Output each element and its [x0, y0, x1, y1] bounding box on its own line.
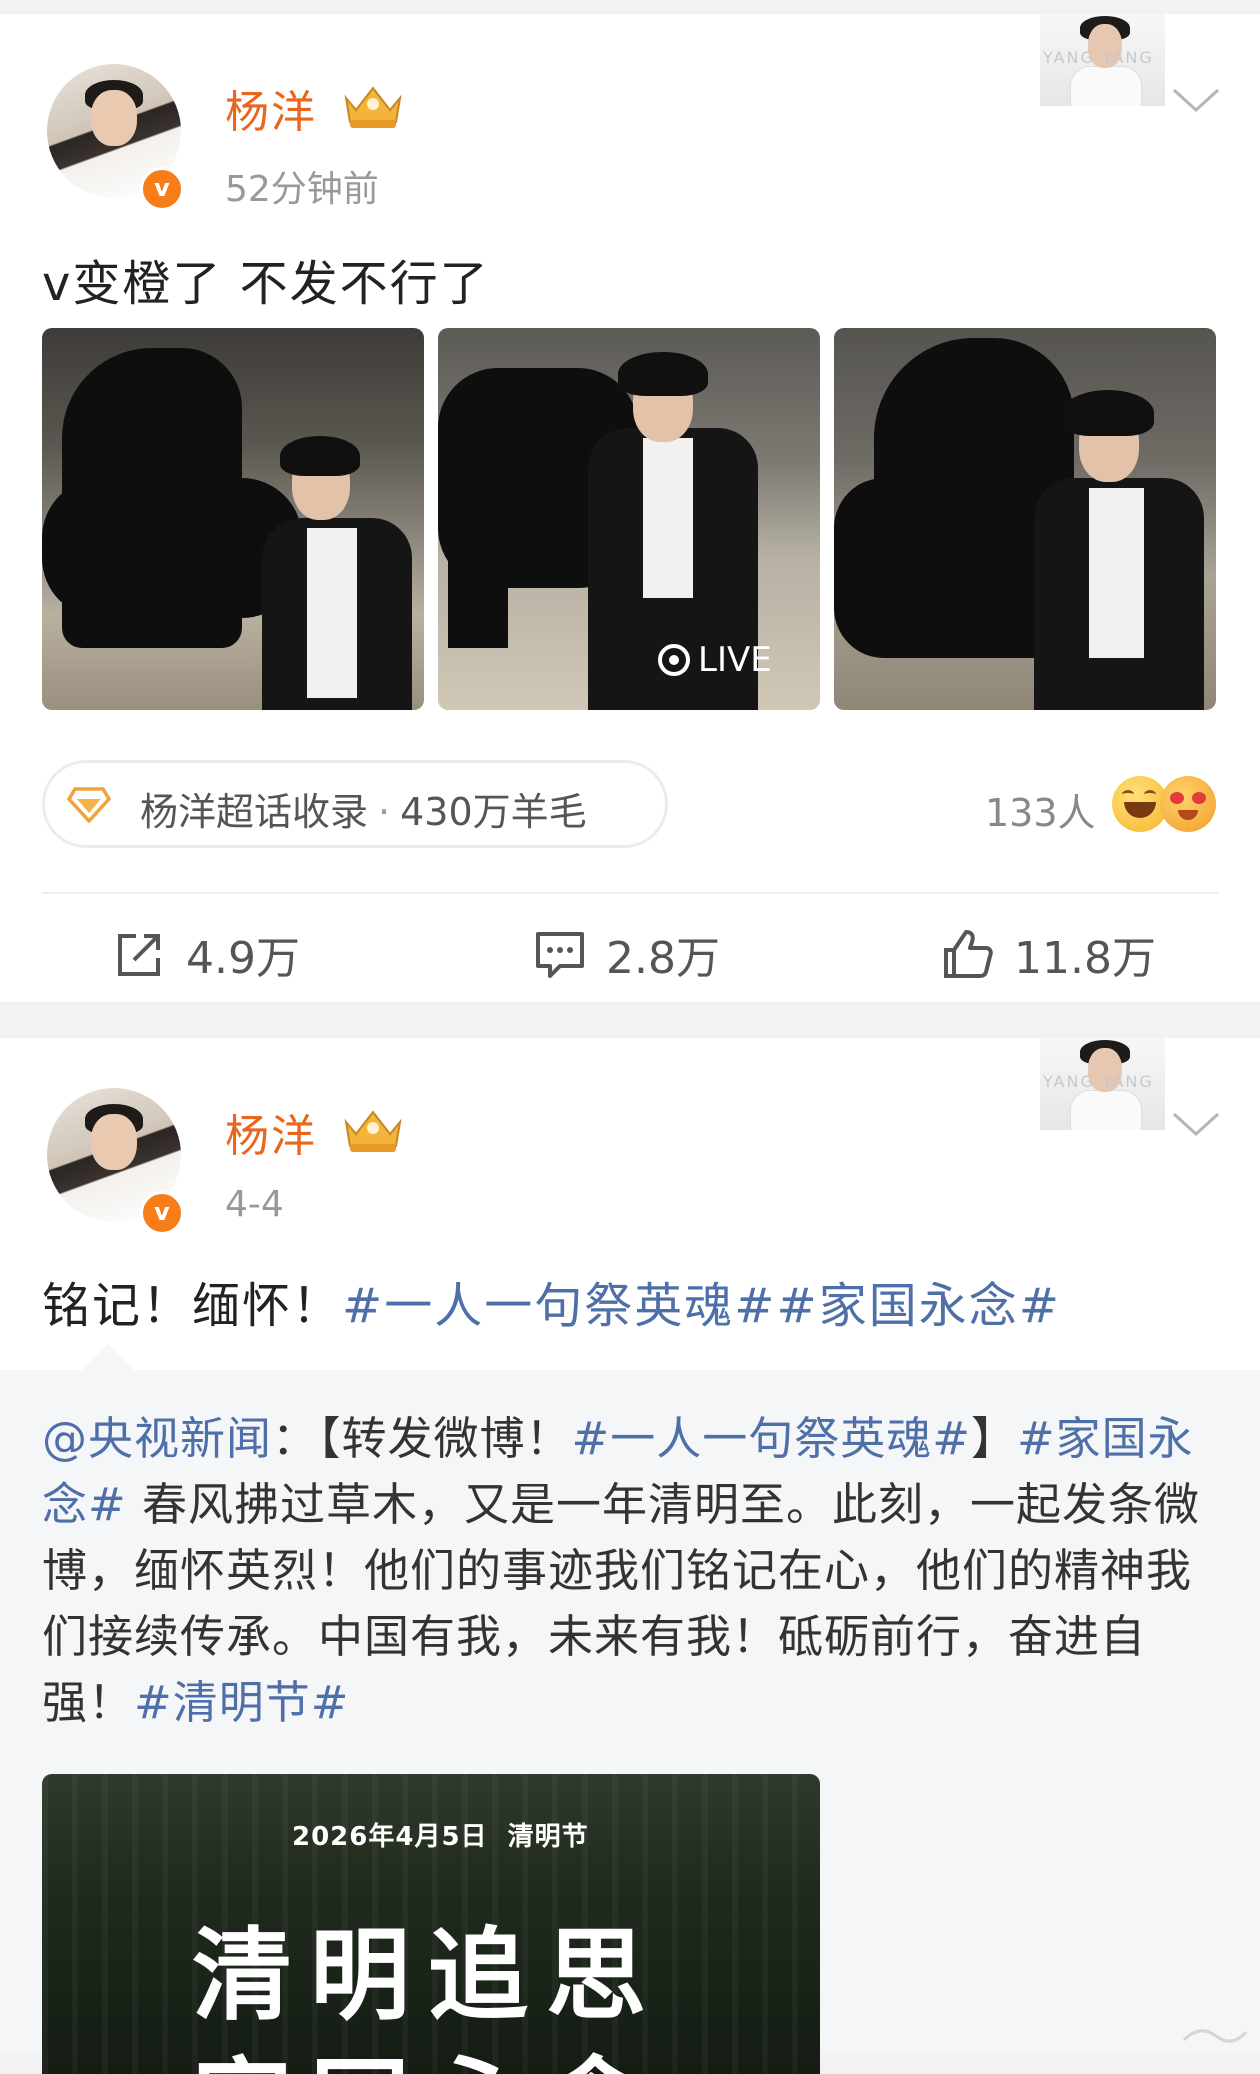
retweet-text: @央视新闻：【转发微博！#一人一句祭英魂#】#家国永念# 春风拂过草木，又是一年… — [42, 1406, 1222, 1736]
hashtag-link[interactable]: #家国永念# — [776, 1278, 1060, 1334]
comment-button[interactable]: 2.8万 — [532, 918, 720, 990]
comment-count: 2.8万 — [606, 933, 720, 984]
post-text: v变橙了 不发不行了 — [42, 256, 490, 312]
card-decoration-text: YANG YANG — [1043, 48, 1154, 67]
share-button[interactable]: 4.9万 — [112, 918, 300, 990]
crown-membership-icon[interactable] — [340, 1104, 406, 1154]
card-decoration-text: YANG YANG — [1043, 1072, 1154, 1091]
comment-icon — [536, 932, 584, 978]
action-divider — [42, 892, 1218, 894]
post-image-3[interactable] — [834, 328, 1216, 710]
weibo-post-card: v 杨洋 52分钟前 YANG YANG v变橙了 不发不行了 LIVE 杨洋超… — [0, 14, 1260, 1002]
verified-badge-icon: v — [140, 1191, 184, 1235]
like-button[interactable]: 11.8万 — [940, 918, 1156, 990]
share-icon — [118, 934, 160, 976]
diamond-icon — [67, 787, 111, 823]
poster-date: 2026年4月5日 — [292, 1822, 488, 1852]
share-count: 4.9万 — [186, 933, 300, 984]
like-count: 11.8万 — [1014, 933, 1156, 984]
hashtag-link[interactable]: #一人一句祭英魂# — [342, 1278, 776, 1334]
supertopic-count: 430万羊毛 — [400, 790, 587, 834]
chevron-down-icon[interactable] — [1170, 84, 1222, 114]
retweet-pointer — [82, 1344, 134, 1370]
love-emoji-icon[interactable] — [1160, 776, 1216, 832]
supertopic-pill[interactable]: 杨洋超话收录 · 430万羊毛 — [42, 760, 668, 848]
retweet-prefix: ：【转发微博！ — [272, 1412, 572, 1465]
supertopic-separator: · — [378, 790, 391, 834]
hashtag-link[interactable]: #清明节# — [134, 1676, 349, 1729]
weibo-post-card: v 杨洋 4-4 YANG YANG 铭记！缅怀！#一人一句祭英魂##家国永念#… — [0, 1038, 1260, 2074]
poster-title-line1: 清明追思 — [192, 1916, 664, 2034]
live-icon — [658, 644, 690, 676]
post-text-plain: 铭记！缅怀！ — [42, 1278, 343, 1334]
supertopic-name: 杨洋超话收录 — [140, 790, 369, 834]
card-decoration-image: YANG YANG — [1040, 1038, 1165, 1130]
retweet-bracket: 】 — [970, 1412, 1017, 1465]
post-image-2-live[interactable]: LIVE — [438, 328, 820, 710]
post-image-1[interactable] — [42, 328, 424, 710]
username[interactable]: 杨洋 — [225, 1100, 317, 1164]
reaction-people-count[interactable]: 133人 — [985, 782, 1096, 837]
poster-title-line2: 家国永念 — [192, 2024, 664, 2074]
username[interactable]: 杨洋 — [225, 76, 317, 140]
hashtag-link[interactable]: #一人一句祭英魂# — [572, 1412, 971, 1465]
post-time: 52分钟前 — [225, 169, 379, 210]
poster-festival: 清明节 — [507, 1822, 589, 1852]
retweeted-post[interactable]: @央视新闻：【转发微博！#一人一句祭英魂#】#家国永念# 春风拂过草木，又是一年… — [0, 1370, 1260, 2074]
live-photo-badge: LIVE — [658, 640, 772, 680]
post-text: 铭记！缅怀！#一人一句祭英魂##家国永念# — [42, 1266, 1061, 1336]
post-time: 4-4 — [225, 1184, 284, 1225]
card-decoration-image: YANG YANG — [1040, 14, 1165, 106]
live-label: LIVE — [698, 640, 772, 680]
thumbs-up-icon — [944, 930, 993, 978]
mention-link[interactable]: @央视新闻 — [42, 1412, 272, 1465]
retweet-poster-image[interactable]: 2026年4月5日 清明节 清明追思 家国永念 — [42, 1774, 820, 2074]
verified-badge-icon: v — [140, 167, 184, 211]
chevron-down-icon[interactable] — [1170, 1108, 1222, 1138]
crown-membership-icon[interactable] — [340, 80, 406, 130]
watermark-icon — [1182, 2029, 1248, 2043]
